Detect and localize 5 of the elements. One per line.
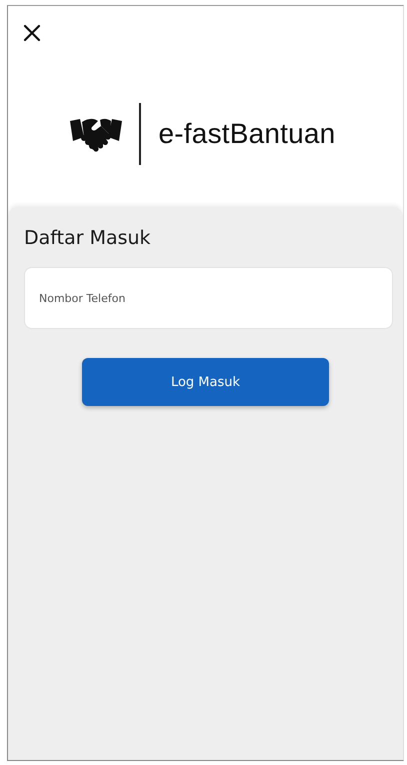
login-button[interactable]: Log Masuk bbox=[82, 358, 329, 406]
login-title: Daftar Masuk bbox=[24, 227, 152, 249]
close-icon bbox=[23, 24, 41, 42]
app-name: e-fastBantuan bbox=[158, 118, 336, 150]
phone-field[interactable]: Nombor Telefon bbox=[24, 267, 393, 329]
